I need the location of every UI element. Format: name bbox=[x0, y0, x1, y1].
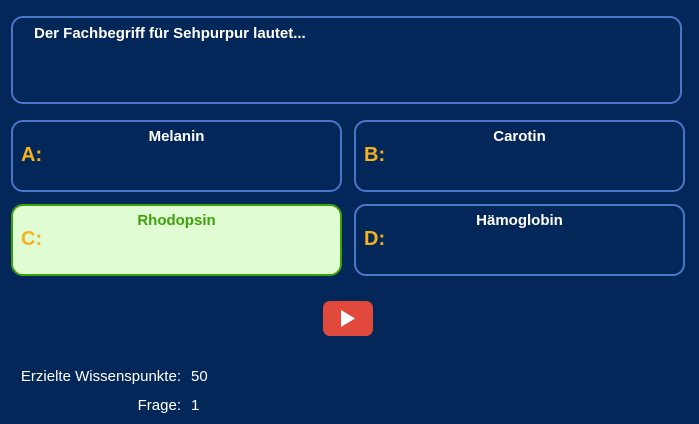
question-box: Der Fachbegriff für Sehpurpur lautet... bbox=[11, 16, 682, 104]
points-value: 50 bbox=[191, 368, 208, 385]
play-icon bbox=[341, 310, 355, 327]
answer-c-letter: C: bbox=[21, 228, 43, 250]
answer-c-button[interactable]: C: Rhodopsin bbox=[11, 204, 342, 276]
answer-b-text: Carotin bbox=[493, 128, 546, 145]
question-number-label: Frage: bbox=[137, 397, 181, 414]
answer-a-letter: A: bbox=[21, 144, 43, 166]
points-label: Erzielte Wissenspunkte: bbox=[20, 368, 181, 385]
answer-a-text: Melanin bbox=[148, 128, 205, 145]
answer-d-text: Hämoglobin bbox=[476, 212, 563, 229]
answer-b-letter: B: bbox=[364, 144, 386, 166]
answer-c-text: Rhodopsin bbox=[137, 212, 216, 229]
play-button[interactable] bbox=[323, 301, 373, 336]
question-text: Der Fachbegriff für Sehpurpur lautet... bbox=[34, 25, 306, 42]
answer-b-button[interactable]: B: Carotin bbox=[354, 120, 685, 192]
question-number-value: 1 bbox=[191, 397, 200, 414]
answer-d-button[interactable]: D: Hämoglobin bbox=[354, 204, 685, 276]
answer-d-letter: D: bbox=[364, 228, 386, 250]
answer-a-button[interactable]: A: Melanin bbox=[11, 120, 342, 192]
